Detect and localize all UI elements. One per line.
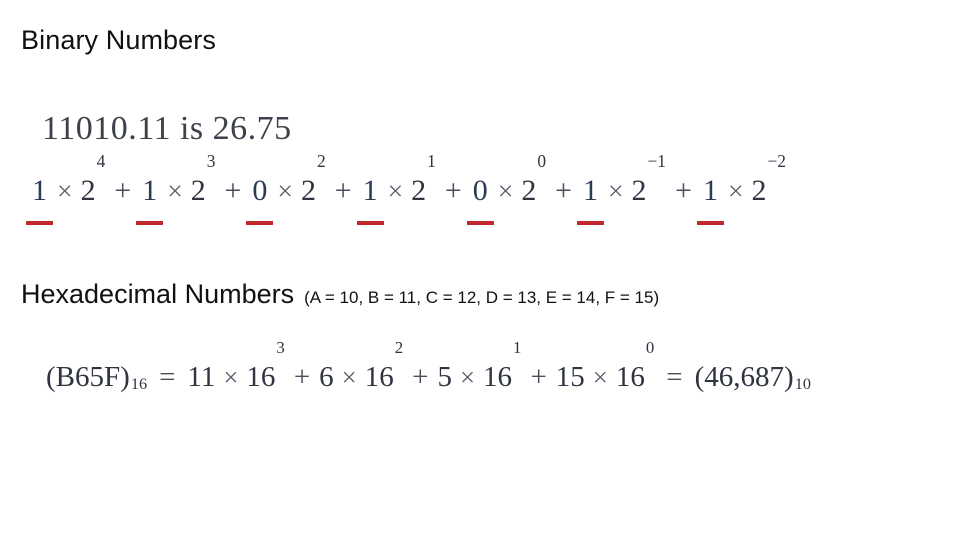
times-operator-6: × bbox=[727, 175, 744, 206]
hex-base-3: 16 bbox=[615, 361, 645, 393]
hexadecimal-numbers-heading: Hexadecimal Numbers bbox=[21, 279, 295, 309]
binary-expansion-equation: 1 × 24 + 1 × 23 + 0 × 22 + 1 × 21 + 0 × … bbox=[26, 153, 786, 225]
binary-coefficient-2: 0 bbox=[246, 172, 274, 225]
hex-plus-operator-1: + bbox=[412, 361, 429, 393]
decimal-value: 26.75 bbox=[212, 110, 292, 147]
hex-coefficient-1: 6 bbox=[319, 361, 334, 393]
hex-plus-operator-2: + bbox=[530, 361, 547, 393]
hex-term-0: 11 × 16 3 bbox=[187, 339, 284, 396]
binary-term-4: 0 × 20 bbox=[466, 153, 546, 225]
times-operator-3: × bbox=[387, 175, 404, 206]
binary-base-2: 2 bbox=[300, 174, 316, 207]
binary-term-3: 1 × 21 bbox=[356, 153, 436, 225]
hex-base-2: 16 bbox=[483, 361, 513, 393]
binary-base-0: 2 bbox=[80, 174, 96, 207]
binary-coefficient-1: 1 bbox=[136, 172, 164, 225]
hex-times-operator-3: × bbox=[592, 362, 608, 392]
binary-numbers-heading: Binary Numbers bbox=[21, 25, 216, 55]
binary-term-1: 1 × 23 bbox=[136, 153, 215, 225]
hex-times-operator-0: × bbox=[223, 362, 239, 392]
hex-source-value: (B65F)16 bbox=[46, 358, 147, 396]
binary-base-1: 2 bbox=[190, 174, 206, 207]
binary-value-statement: 11010.11 is 26.75 bbox=[42, 108, 292, 150]
hexadecimal-expansion-equation: (B65F)16 = 11 × 16 3 + 6 × 16 2 + 5 × 16 1 … bbox=[46, 339, 811, 396]
hex-coefficient-3: 15 bbox=[555, 361, 585, 393]
hex-times-operator-2: × bbox=[459, 362, 476, 392]
value-connector: is bbox=[179, 110, 204, 147]
result-base-subscript: 10 bbox=[794, 375, 811, 394]
hex-base-1: 16 bbox=[364, 361, 394, 393]
binary-term-6: 1 × 2 −2 bbox=[696, 153, 786, 225]
plus-operator-0: + bbox=[114, 174, 132, 207]
plus-operator-2: + bbox=[334, 174, 352, 207]
times-operator-5: × bbox=[607, 175, 624, 206]
binary-base-5: 2 bbox=[631, 174, 647, 207]
result-open-paren: ( bbox=[694, 361, 705, 393]
times-operator-1: × bbox=[167, 175, 183, 206]
equals-operator-right: = bbox=[666, 361, 683, 393]
hex-digit-legend: (A = 10, B = 11, C = 12, D = 13, E = 14,… bbox=[304, 288, 660, 307]
hex-digits: B65F bbox=[55, 361, 121, 393]
equals-operator-left: = bbox=[159, 361, 176, 393]
binary-coefficient-4: 0 bbox=[466, 172, 494, 225]
binary-base-6: 2 bbox=[751, 174, 767, 207]
hex-coefficient-0: 11 bbox=[187, 361, 216, 393]
hexadecimal-heading-row: Hexadecimal Numbers (A = 10, B = 11, C =… bbox=[21, 278, 659, 310]
times-operator-4: × bbox=[497, 175, 514, 206]
binary-term-5: 1 × 2 −1 bbox=[576, 153, 666, 225]
hex-plus-operator-0: + bbox=[293, 361, 311, 393]
slide-canvas: Binary Numbers 11010.11 is 26.75 1 × 24 … bbox=[0, 0, 960, 540]
hex-base-subscript: 16 bbox=[130, 375, 148, 394]
binary-base-4: 2 bbox=[521, 174, 537, 207]
binary-coefficient-5: 1 bbox=[576, 172, 604, 225]
plus-operator-1: + bbox=[224, 174, 242, 207]
times-operator-2: × bbox=[277, 175, 293, 206]
binary-coefficient-6: 1 bbox=[696, 172, 724, 225]
plus-operator-3: + bbox=[444, 174, 462, 207]
binary-coefficient-3: 1 bbox=[356, 172, 384, 225]
result-digits: 46,687 bbox=[704, 361, 785, 393]
binary-term-0: 1 × 24 bbox=[26, 153, 105, 225]
plus-operator-5: + bbox=[675, 174, 692, 207]
hex-term-1: 6 × 16 2 bbox=[319, 339, 403, 396]
hex-base-0: 16 bbox=[246, 361, 276, 393]
hex-decimal-result: (46,687)10 bbox=[695, 358, 811, 396]
hex-term-3: 15 × 16 0 bbox=[555, 339, 654, 396]
hex-close-paren: ) bbox=[120, 361, 130, 393]
binary-base-3: 2 bbox=[411, 174, 427, 207]
binary-value: 11010.11 bbox=[42, 110, 171, 147]
hex-term-2: 5 × 16 1 bbox=[437, 339, 521, 396]
hex-times-operator-1: × bbox=[341, 362, 357, 392]
binary-coefficient-0: 1 bbox=[26, 172, 53, 225]
hex-open-paren: ( bbox=[46, 361, 56, 393]
times-operator-0: × bbox=[57, 175, 73, 206]
hex-coefficient-2: 5 bbox=[437, 361, 452, 393]
plus-operator-4: + bbox=[555, 174, 572, 207]
result-close-paren: ) bbox=[784, 361, 794, 393]
binary-term-2: 0 × 22 bbox=[246, 153, 326, 225]
